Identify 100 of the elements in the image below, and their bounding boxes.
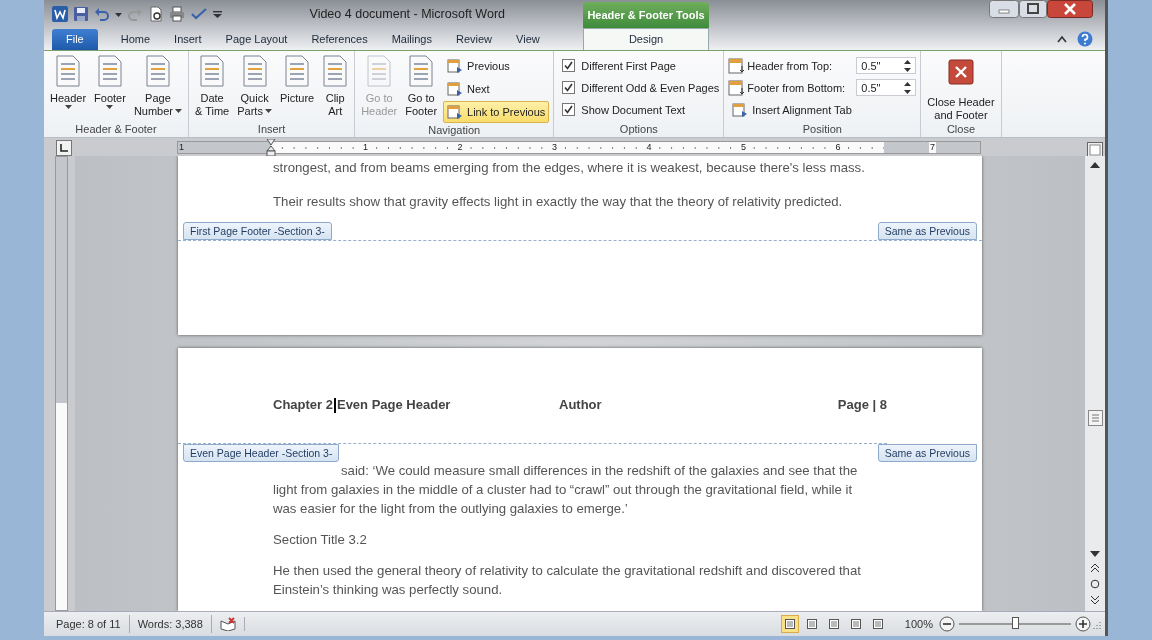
scroll-down-icon[interactable]	[1090, 551, 1100, 557]
spinner-arrows-icon	[904, 57, 912, 74]
proofing-book-icon[interactable]	[219, 617, 236, 631]
checkbox[interactable]	[562, 81, 576, 94]
group-label: Close	[945, 122, 976, 137]
ribbon-button[interactable]: Link to Previous	[443, 101, 550, 123]
collapse-ribbon-icon[interactable]	[1057, 35, 1067, 43]
resize-grip-icon[interactable]	[1091, 619, 1101, 629]
window-title: Video 4 document - Microsoft Word	[309, 7, 505, 21]
page-view-icon	[805, 618, 818, 630]
field-label: Footer from Bottom:	[747, 81, 847, 94]
ruler-number: 7	[929, 142, 936, 153]
ruler-number: 5	[740, 142, 747, 153]
ribbon-button[interactable]: Footer	[92, 55, 128, 110]
page-arrow-icon	[732, 102, 749, 118]
same-as-previous-tag: Same as Previous	[877, 222, 977, 240]
spelling-check-icon[interactable]	[190, 6, 208, 22]
checkbox-label[interactable]: Different First Page	[581, 59, 676, 72]
zoom-in-button[interactable]	[1075, 616, 1091, 632]
checkbox[interactable]	[562, 103, 576, 116]
header-text: Author	[559, 396, 603, 414]
zoom-level[interactable]: 100%	[904, 618, 933, 630]
page-view-icon	[871, 618, 884, 630]
ribbon-tab[interactable]: Page Layout	[214, 29, 299, 50]
ribbon-button[interactable]: Next	[443, 78, 550, 100]
ribbon-button[interactable]: Quick Parts	[235, 55, 274, 118]
ribbon-tab[interactable]: Home	[109, 29, 162, 50]
header-text: Page | 8	[837, 396, 887, 414]
ribbon-tab[interactable]: Review	[445, 29, 504, 50]
checkbox-label[interactable]: Different Odd & Even Pages	[581, 81, 720, 94]
paragraph: strongest, and from beams emerging from the edges, where it is weakest, because there's less mass.	[273, 159, 866, 177]
undo-icon[interactable]	[94, 6, 110, 22]
ribbon-button[interactable]: Insert Alignment Tab	[728, 99, 917, 121]
paragraph: Section Title 3.2	[273, 531, 368, 549]
ribbon-button[interactable]: Go to Footer	[403, 55, 440, 118]
ruler-number: 2	[456, 142, 464, 153]
page-margin-icon	[728, 57, 745, 74]
paragraph: said: ‘We could measure small differences in the redshift of the galaxies and see that the light from galaxies in the middle of a cluster had to “crawl” out through the gravitational field, while it was easier for the light from the outlying galaxies to emerge.’	[273, 462, 859, 518]
view-button[interactable]	[780, 615, 799, 633]
ribbon-tab[interactable]: File	[52, 29, 98, 50]
group-label: Options	[618, 122, 659, 137]
maximize-button[interactable]	[1019, 0, 1047, 18]
ribbon-button[interactable]: Picture	[277, 55, 317, 105]
word-logo-icon[interactable]	[52, 6, 68, 22]
checkbox-label[interactable]: Show Document Text	[581, 103, 686, 116]
spin-field[interactable]: 0.5"	[856, 79, 917, 96]
text-cursor	[333, 397, 336, 413]
header-text: Chapter 2	[273, 396, 333, 414]
checkmark-icon	[564, 105, 574, 114]
page-count[interactable]: Page: 8 of 11	[48, 615, 130, 633]
zoom-slider-thumb[interactable]	[1012, 617, 1019, 629]
page-margin-icon	[728, 79, 745, 96]
checkmark-icon	[564, 61, 574, 70]
group-label: Header & Footer	[74, 122, 158, 137]
group-label: Insert	[256, 122, 287, 137]
ribbon-button[interactable]: Previous	[443, 55, 550, 77]
page-arrow-icon	[447, 58, 464, 74]
checkbox[interactable]	[562, 59, 576, 72]
zoom-out-button[interactable]	[939, 616, 955, 632]
spinner-arrows-icon	[904, 79, 912, 96]
ribbon-tab[interactable]: Mailings	[380, 29, 443, 50]
field-label: Header from Top:	[747, 59, 834, 72]
page-arrow-icon	[447, 81, 464, 97]
ribbon-tab[interactable]: Design	[583, 28, 709, 50]
left-tab-icon	[60, 144, 68, 152]
scroll-thumb[interactable]	[1087, 410, 1103, 426]
close-header-button[interactable]: Close Header and Footer	[925, 55, 997, 122]
ribbon-button[interactable]: Header	[48, 55, 89, 110]
group-label: Navigation	[427, 123, 482, 137]
ribbon-button[interactable]: Clip Art	[320, 55, 351, 118]
group-label: Position	[801, 122, 843, 137]
close-icon[interactable]	[947, 59, 974, 85]
ruler-number: 3	[551, 142, 558, 153]
ribbon-tab[interactable]: References	[300, 29, 379, 50]
ruler-number: 1	[362, 142, 369, 153]
ribbon-button[interactable]: Page Number	[131, 55, 184, 118]
spin-field[interactable]: 0.5"	[856, 57, 917, 74]
scroll-up-icon[interactable]	[1090, 162, 1100, 168]
printer-icon[interactable]	[169, 6, 185, 22]
page-view-icon	[783, 618, 796, 630]
next-page-icon[interactable]	[1090, 595, 1100, 605]
tab-selector-button[interactable]	[56, 140, 72, 156]
print-preview-icon[interactable]	[148, 6, 164, 22]
ribbon-tab[interactable]: View	[505, 29, 551, 50]
close-button[interactable]	[1047, 0, 1093, 18]
minimize-button[interactable]	[989, 0, 1019, 18]
help-icon[interactable]	[1077, 31, 1093, 47]
same-as-previous-tag: Same as Previous	[877, 444, 977, 462]
paragraph: He then used the general theory of relativity to calculate the gravitational redshift and discovered that Einstein’s thinking was perfectly sound.	[273, 562, 862, 599]
ribbon-button[interactable]: Date & Time	[193, 55, 232, 118]
header-text: Even Page Header	[336, 396, 451, 414]
ruler-number: 6	[834, 142, 842, 153]
save-icon[interactable]	[73, 6, 89, 22]
checkmark-icon	[564, 83, 574, 92]
page-view-icon	[849, 618, 862, 630]
contextual-tab-title: Header & Footer Tools	[583, 2, 709, 28]
word-count[interactable]: Words: 3,388	[129, 615, 212, 633]
previous-page-icon[interactable]	[1090, 563, 1100, 573]
ribbon-tab[interactable]: Insert	[163, 29, 213, 50]
browse-object-icon[interactable]	[1090, 579, 1100, 589]
